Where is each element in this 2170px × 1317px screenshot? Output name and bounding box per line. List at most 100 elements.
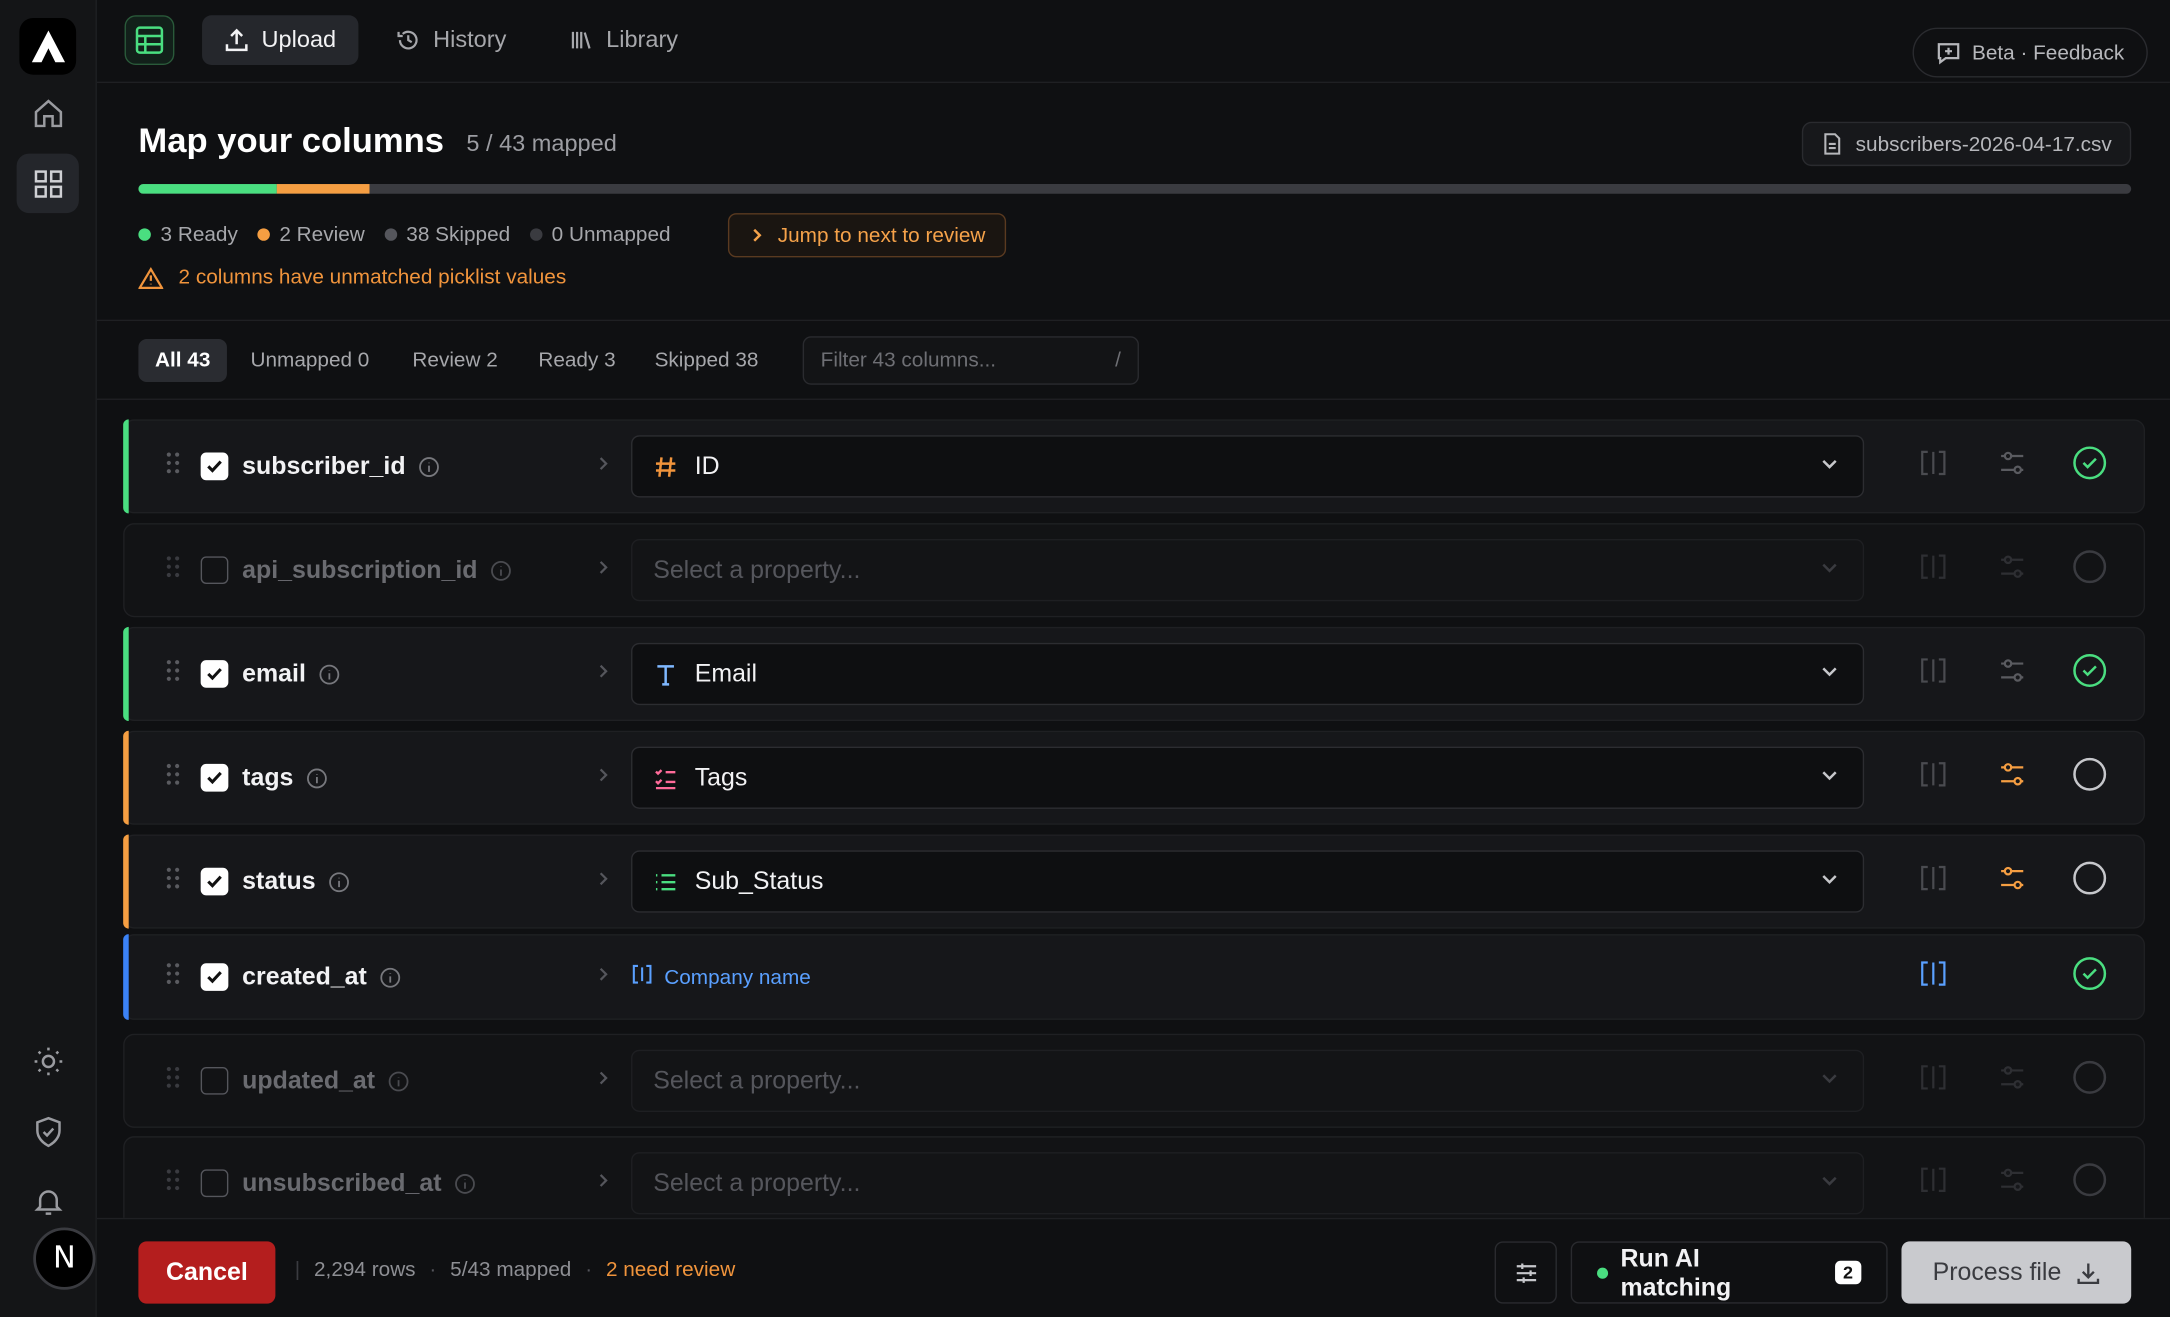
grip-icon xyxy=(166,556,180,578)
filter-tab-ready[interactable]: Ready 3 xyxy=(522,339,633,382)
process-file-button[interactable]: Process file xyxy=(1901,1241,2132,1304)
info-icon[interactable] xyxy=(328,870,350,892)
include-checkbox[interactable] xyxy=(200,660,229,688)
transform-settings-button[interactable] xyxy=(1997,655,2027,692)
column-row-status[interactable]: status Sub_Status xyxy=(123,834,2146,929)
property-select[interactable]: Select a property... xyxy=(631,1049,1865,1112)
row-status-accent xyxy=(123,626,129,722)
combine-columns-button[interactable] xyxy=(1918,958,1948,995)
include-checkbox[interactable] xyxy=(200,1066,229,1095)
info-icon[interactable] xyxy=(490,559,512,581)
column-row-email[interactable]: email Email xyxy=(123,626,2146,722)
split-columns-icon xyxy=(1918,450,1948,484)
jump-label: Jump to next to review xyxy=(777,223,986,248)
left-rail: N xyxy=(0,0,97,1317)
column-filter-input[interactable]: Filter 43 columns... / xyxy=(802,336,1139,385)
include-checkbox[interactable] xyxy=(200,867,229,896)
grip-icon xyxy=(166,1169,180,1191)
jump-to-review-button[interactable]: Jump to next to review xyxy=(727,213,1007,258)
include-checkbox[interactable] xyxy=(200,452,229,481)
info-icon[interactable] xyxy=(388,1070,410,1092)
column-row-created-at[interactable]: created_at Company name xyxy=(123,934,2146,1020)
drag-handle[interactable] xyxy=(165,1065,182,1097)
column-row-unsubscribed-at[interactable]: unsubscribed_at Select a property... xyxy=(123,1136,2146,1231)
combined-property-link[interactable]: Company name xyxy=(631,963,811,991)
transform-settings-button[interactable] xyxy=(1997,759,2027,796)
column-name: unsubscribed_at xyxy=(242,1169,476,1198)
expand-chevron[interactable] xyxy=(595,558,612,583)
include-checkbox[interactable] xyxy=(200,556,229,585)
combine-columns-button[interactable] xyxy=(1918,655,1948,692)
drag-handle[interactable] xyxy=(165,658,182,690)
transform-settings-button[interactable] xyxy=(1997,551,2027,588)
column-row-api-subscription-id[interactable]: api_subscription_id Select a property... xyxy=(123,523,2146,618)
column-name-text: created_at xyxy=(242,962,367,991)
property-select[interactable]: Select a property... xyxy=(631,1152,1865,1215)
expand-chevron[interactable] xyxy=(595,662,612,687)
drag-handle[interactable] xyxy=(165,866,182,898)
table-app-icon[interactable] xyxy=(124,15,175,66)
tab-history[interactable]: History xyxy=(374,15,529,65)
info-icon[interactable] xyxy=(306,767,328,789)
include-checkbox[interactable] xyxy=(200,1169,229,1198)
tab-upload-label: Upload xyxy=(261,26,337,53)
circle-icon xyxy=(2072,1163,2108,1204)
filter-tab-unmapped[interactable]: Unmapped 0 xyxy=(234,339,386,382)
tab-history-label: History xyxy=(433,26,507,53)
combine-columns-button[interactable] xyxy=(1918,863,1948,900)
avatar[interactable]: N xyxy=(33,1227,96,1290)
hash-icon xyxy=(653,454,678,479)
transform-settings-button[interactable] xyxy=(1997,1062,2027,1099)
combine-columns-button[interactable] xyxy=(1918,1165,1948,1202)
nav-dashboard[interactable] xyxy=(16,153,79,214)
feedback-button[interactable]: Beta · Feedback xyxy=(1912,27,2148,78)
drag-handle[interactable] xyxy=(165,1167,182,1199)
app-logo[interactable] xyxy=(19,17,77,75)
property-select[interactable]: Email xyxy=(631,642,1865,706)
combine-columns-button[interactable] xyxy=(1918,448,1948,485)
file-chip[interactable]: subscribers-2026-04-17.csv xyxy=(1801,121,2132,167)
expand-chevron[interactable] xyxy=(595,454,612,479)
combine-columns-button[interactable] xyxy=(1918,759,1948,796)
settings-button[interactable] xyxy=(1494,1241,1557,1304)
theme-toggle[interactable] xyxy=(17,1031,79,1091)
combine-columns-button[interactable] xyxy=(1918,1062,1948,1099)
column-row-tags[interactable]: tags Tags xyxy=(123,730,2146,825)
drag-handle[interactable] xyxy=(165,961,182,993)
info-icon[interactable] xyxy=(418,455,440,477)
expand-chevron[interactable] xyxy=(595,869,612,894)
combine-columns-button[interactable] xyxy=(1918,551,1948,588)
nav-notifications[interactable] xyxy=(17,1171,79,1231)
transform-settings-button[interactable] xyxy=(1997,448,2027,485)
filter-tab-review[interactable]: Review 2 xyxy=(396,339,515,382)
include-checkbox[interactable] xyxy=(200,763,229,792)
property-select[interactable]: ID xyxy=(631,435,1865,498)
info-icon[interactable] xyxy=(318,663,340,685)
drag-handle[interactable] xyxy=(165,554,182,586)
transform-settings-button[interactable] xyxy=(1997,1165,2027,1202)
nav-security[interactable] xyxy=(17,1102,79,1162)
include-checkbox[interactable] xyxy=(200,963,229,991)
tab-upload[interactable]: Upload xyxy=(202,15,359,66)
column-row-subscriber-id[interactable]: subscriber_id ID xyxy=(123,419,2146,514)
expand-chevron[interactable] xyxy=(595,765,612,790)
column-row-updated-at[interactable]: updated_at Select a property... xyxy=(123,1033,2146,1128)
property-select[interactable]: Select a property... xyxy=(631,539,1865,602)
cancel-button[interactable]: Cancel xyxy=(138,1241,276,1304)
info-icon[interactable] xyxy=(454,1172,476,1194)
nav-home[interactable] xyxy=(17,83,79,143)
check-circle-icon xyxy=(2072,957,2108,998)
property-select[interactable]: Sub_Status xyxy=(631,850,1865,913)
expand-chevron[interactable] xyxy=(595,1068,612,1093)
drag-handle[interactable] xyxy=(165,762,182,794)
expand-chevron[interactable] xyxy=(595,1171,612,1196)
info-icon[interactable] xyxy=(379,966,401,988)
run-ai-matching-button[interactable]: Run AI matching 2 xyxy=(1570,1241,1888,1304)
expand-chevron[interactable] xyxy=(595,965,612,990)
transform-settings-button[interactable] xyxy=(1997,863,2027,900)
filter-tab-skipped[interactable]: Skipped 38 xyxy=(638,339,775,382)
drag-handle[interactable] xyxy=(165,450,182,482)
tab-library[interactable]: Library xyxy=(547,15,701,65)
filter-tab-all[interactable]: All 43 xyxy=(138,339,228,382)
property-select[interactable]: Tags xyxy=(631,746,1865,809)
